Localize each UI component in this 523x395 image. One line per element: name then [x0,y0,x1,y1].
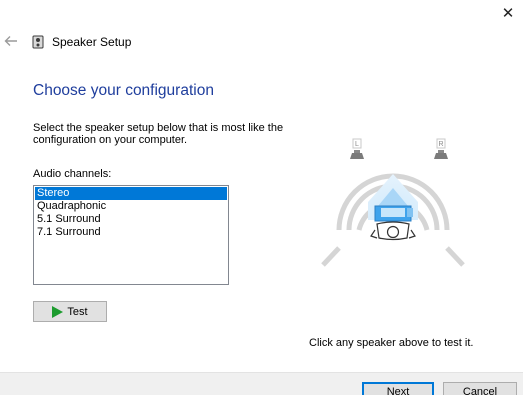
audio-channels-label: Audio channels: [33,168,112,180]
back-button[interactable] [2,32,20,50]
channel-option-quadraphonic[interactable]: Quadraphonic [35,200,227,213]
play-icon [52,305,64,318]
test-button[interactable]: Test [33,301,107,322]
speaker-diagram: L R [321,138,465,267]
speaker-right[interactable]: R [434,138,448,159]
speaker-left-label: L [355,141,359,148]
audio-channels-listbox[interactable]: Stereo Quadraphonic 5.1 Surround 7.1 Sur… [33,185,229,285]
channel-option-7-1-surround[interactable]: 7.1 Surround [35,226,227,239]
next-button[interactable]: Next [362,382,434,395]
channel-option-5-1-surround[interactable]: 5.1 Surround [35,213,227,226]
window-title: Speaker Setup [52,35,132,49]
close-icon: ✕ [501,5,515,22]
speaker-setup-icon [32,35,44,49]
speaker-right-label: R [438,141,443,148]
close-button[interactable]: ✕ [496,2,520,24]
test-button-label: Test [67,305,88,318]
cancel-button[interactable]: Cancel [443,382,517,395]
channel-option-stereo[interactable]: Stereo [35,187,227,200]
instructions-text: Select the speaker setup below that is m… [33,122,284,146]
back-arrow-icon [4,36,17,46]
page-title: Choose your configuration [33,82,214,99]
speaker-test-hint: Click any speaker above to test it. [309,337,474,349]
speaker-left[interactable]: L [350,138,364,159]
